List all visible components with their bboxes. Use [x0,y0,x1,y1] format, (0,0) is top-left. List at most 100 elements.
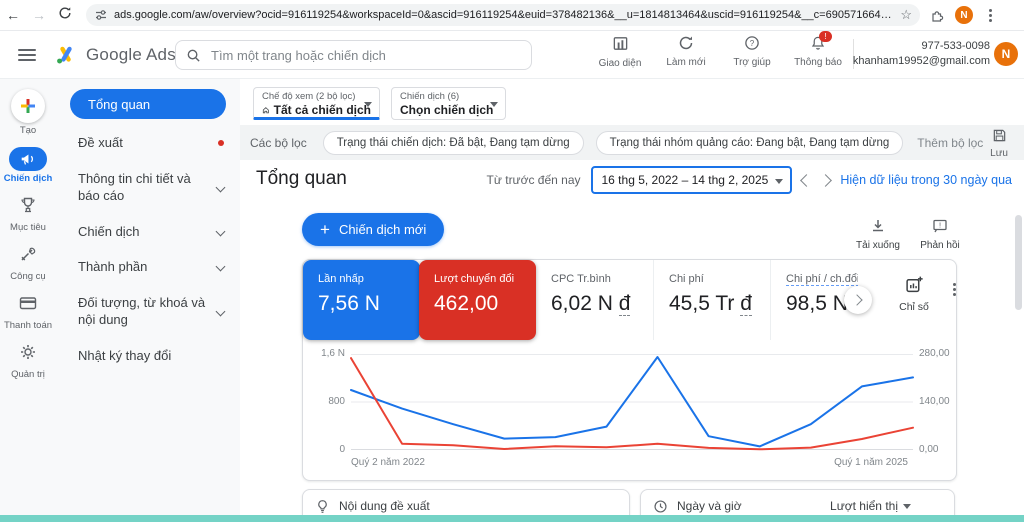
chevron-down-icon [215,262,226,272]
account-info[interactable]: 977-533-0098 khanham19952@gmail.com [853,39,990,69]
browser-back-button[interactable]: ← [0,7,26,23]
chevron-down-icon [215,226,226,237]
create-plus-icon [21,99,35,113]
site-settings-icon[interactable] [94,8,108,22]
feedback-button[interactable]: ! Phản hồi [916,218,964,251]
chevron-right-icon [850,294,863,306]
sidebar: Tổng quan Đề xuất Thông tin chi tiết và … [56,79,240,517]
chevron-down-icon [215,306,226,317]
page-url[interactable]: ads.google.com/aw/overview?ocid=91611925… [114,9,894,21]
card-menu-icon[interactable] [947,288,962,291]
metric-carousel-next-button[interactable] [844,286,872,314]
sidebar-item-overview[interactable]: Tổng quan [70,89,226,119]
x-axis-label-start: Quý 2 năm 2022 [351,457,425,468]
sidebar-item-change-history[interactable]: Nhật ký thay đổi [56,338,240,374]
dropdown-caret-icon [903,503,911,509]
sidebar-item-audiences-keywords[interactable]: Đối tượng, từ khoá và nội dung [56,285,240,338]
scrollbar[interactable] [1015,215,1022,310]
sidebar-item-campaigns[interactable]: Chiến dịch [56,214,240,250]
browser-toolbar: ← → ads.google.com/aw/overview?ocid=9161… [0,0,1024,31]
chart-line-conversions [350,357,914,451]
left-axis-tick: 800 [328,396,345,407]
ads-logo-icon [57,46,72,64]
dropdown-caret-icon [364,102,372,107]
campaign-selector[interactable]: Chiến dịch (6) Chọn chiến dịch [391,87,506,120]
filters-label: Các bộ lọc [250,135,307,150]
right-axis-tick: 280,00 [919,348,950,359]
help-button[interactable]: ? Trợ giúp [726,35,778,69]
x-axis-label-end: Quý 1 năm 2025 [834,457,908,468]
view-mode-selector[interactable]: Chế độ xem (2 bộ lọc) Tất cả chiến dịch [253,87,380,120]
new-campaign-button[interactable]: + Chiến dịch mới [302,213,445,246]
gear-icon [21,345,35,359]
rail-item-tools[interactable]: Công cụ [0,244,56,282]
trophy-icon [21,197,35,213]
global-search[interactable] [175,40,532,70]
extensions-icon[interactable] [930,8,945,23]
clock-icon [654,499,667,513]
next-period-button[interactable] [819,173,833,187]
card-menu-icon[interactable] [605,497,617,515]
date-range-label: Từ trước đến nay [486,173,581,187]
rail-item-billing[interactable]: Thanh toán [0,293,56,331]
chart-canvas [350,354,914,451]
bookmark-star-icon[interactable]: ☆ [900,7,912,23]
card-menu-icon[interactable] [930,497,942,515]
right-axis-tick: 140,00 [919,396,950,407]
metric-chip-clicks[interactable]: Lần nhấp 7,56 N [303,260,420,340]
search-icon [187,49,200,62]
rail-item-create[interactable]: Tạo [0,89,56,136]
rail-item-admin[interactable]: Quản trị [0,342,56,380]
search-input[interactable] [209,46,521,64]
download-button[interactable]: Tải xuống [854,218,902,251]
metric-chip-cost[interactable]: Chi phí 45,5 Tr đ [653,260,770,340]
credit-card-icon [19,297,37,310]
refresh-data-icon [679,36,693,50]
lightbulb-icon [318,499,327,513]
rail-item-campaigns[interactable]: Chiến dịch [0,147,56,184]
save-icon [993,129,1005,142]
metric-chip-avg-cpc[interactable]: CPC Tr.bình 6,02 N đ [536,260,653,340]
account-email: khanham19952@gmail.com [852,55,990,67]
card-title: Nội dung đề xuất [339,499,430,513]
currency-dong: đ [740,292,752,316]
impressions-metric-selector[interactable]: Lượt hiển thị [830,499,911,513]
notifications-button[interactable]: ! Thông báo [792,31,844,69]
add-filter-button[interactable]: Thêm bộ lọc [917,136,983,150]
sidebar-item-assets[interactable]: Thành phần [56,249,240,285]
refresh-icon [59,6,71,18]
google-ads-page: ← → ads.google.com/aw/overview?ocid=9161… [0,0,1024,522]
main-menu-icon[interactable] [18,46,36,64]
filter-chip-campaign-status[interactable]: Trạng thái chiến dịch: Đã bật, Đang tạm … [322,130,584,155]
appearance-button[interactable]: Giao diện [594,35,646,69]
adjust-metrics-button[interactable]: Chỉ số [887,275,941,313]
browser-forward-button[interactable]: → [26,7,52,23]
sidebar-item-insights-reports[interactable]: Thông tin chi tiết và báo cáo [56,161,240,214]
performance-chart[interactable] [350,354,914,451]
metric-chip-conversions[interactable]: Lượt chuyển đổi 462,00 [419,260,536,340]
browser-profile-avatar[interactable]: N [955,6,973,24]
metrics-chart-icon [905,276,923,293]
date-range-picker[interactable]: 16 thg 5, 2022 – 14 thg 2, 2025 [590,166,793,194]
page-title: Tổng quan [256,168,347,189]
account-avatar[interactable]: N [994,42,1018,66]
left-axis-tick: 1,6 N [321,348,345,359]
sidebar-item-recommendations[interactable]: Đề xuất [56,125,240,161]
filter-chip-adgroup-status[interactable]: Trạng thái nhóm quảng cáo: Đang bật, Đan… [595,130,904,155]
refresh-button[interactable]: Làm mới [660,35,712,69]
overview-chart-card: Lần nhấp 7,56 N Lượt chuyển đổi 462,00 C… [302,259,957,481]
show-last-30-days-link[interactable]: Hiện dữ liệu trong 30 ngày qua [840,173,1012,187]
browser-refresh-button[interactable] [52,6,78,25]
rail-item-goals[interactable]: Mục tiêu [0,195,56,233]
filters-bar: Các bộ lọc Trạng thái chiến dịch: Đã bật… [240,125,1024,160]
dropdown-caret-icon [775,179,784,184]
save-button[interactable]: Lưu [990,128,1008,159]
previous-period-button[interactable] [800,173,814,187]
home-icon [262,107,269,114]
address-bar[interactable]: ads.google.com/aw/overview?ocid=91611925… [86,4,920,26]
feedback-icon: ! [933,219,947,233]
header-actions: Giao diện Làm mới ? Trợ giúp ! Thông báo [594,31,844,69]
brand-name: Google Ads [86,44,176,64]
browser-menu-icon[interactable] [989,13,992,17]
megaphone-icon [21,154,33,165]
